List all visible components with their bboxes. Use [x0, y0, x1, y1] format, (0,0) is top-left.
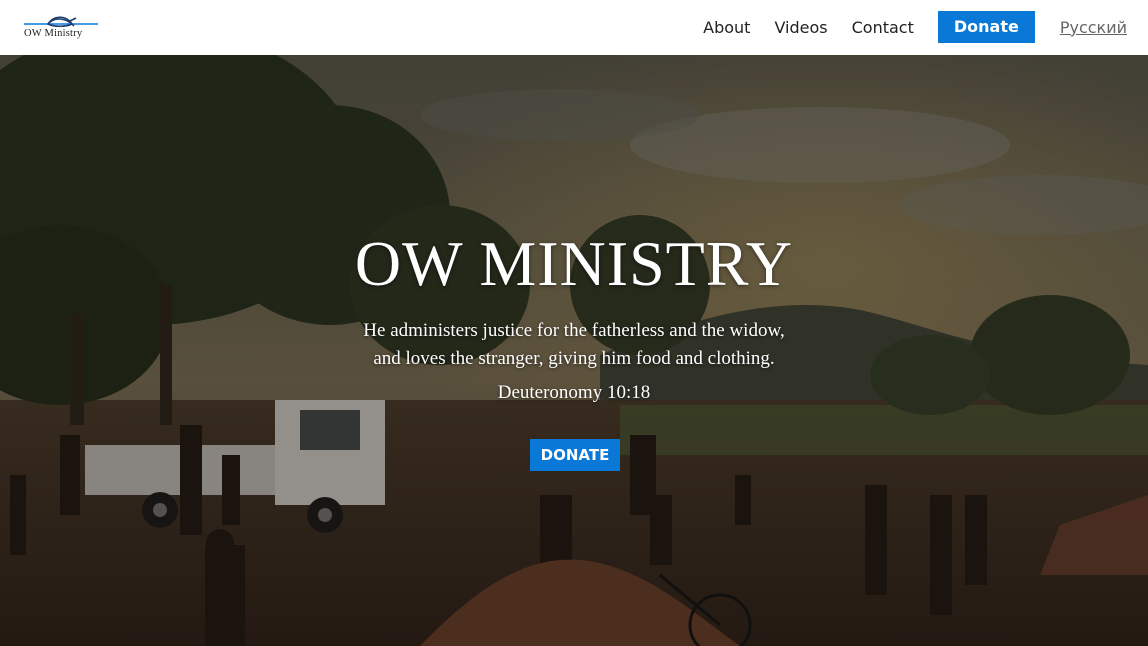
- hero-title: OW MINISTRY: [354, 228, 794, 299]
- hero-quote-line-1: He administers justice for the fatherles…: [363, 320, 785, 341]
- hero-donate-button[interactable]: DONATE: [530, 439, 620, 471]
- language-switch-link[interactable]: Русский: [1060, 18, 1127, 37]
- nav-donate-button[interactable]: Donate: [937, 11, 1035, 43]
- nav-about[interactable]: About: [703, 18, 750, 37]
- site-header: OW Ministry About Videos Contact Donate …: [0, 0, 1148, 55]
- site-logo[interactable]: OW Ministry: [24, 14, 98, 42]
- hero-section: OW MINISTRY He administers justice for t…: [0, 55, 1148, 646]
- nav-videos[interactable]: Videos: [774, 18, 827, 37]
- hero-scripture-reference: Deuteronomy 10:18: [497, 382, 651, 403]
- main-nav: About Videos Contact Donate Русский: [679, 11, 1127, 43]
- ichthys-fish-logo-icon: [24, 16, 98, 28]
- nav-contact[interactable]: Contact: [852, 18, 914, 37]
- hero-quote-line-2: and loves the stranger, giving him food …: [373, 348, 775, 369]
- hero-scripture-quote: He administers justice for the fatherles…: [0, 317, 1148, 373]
- logo-text: OW Ministry: [24, 28, 83, 39]
